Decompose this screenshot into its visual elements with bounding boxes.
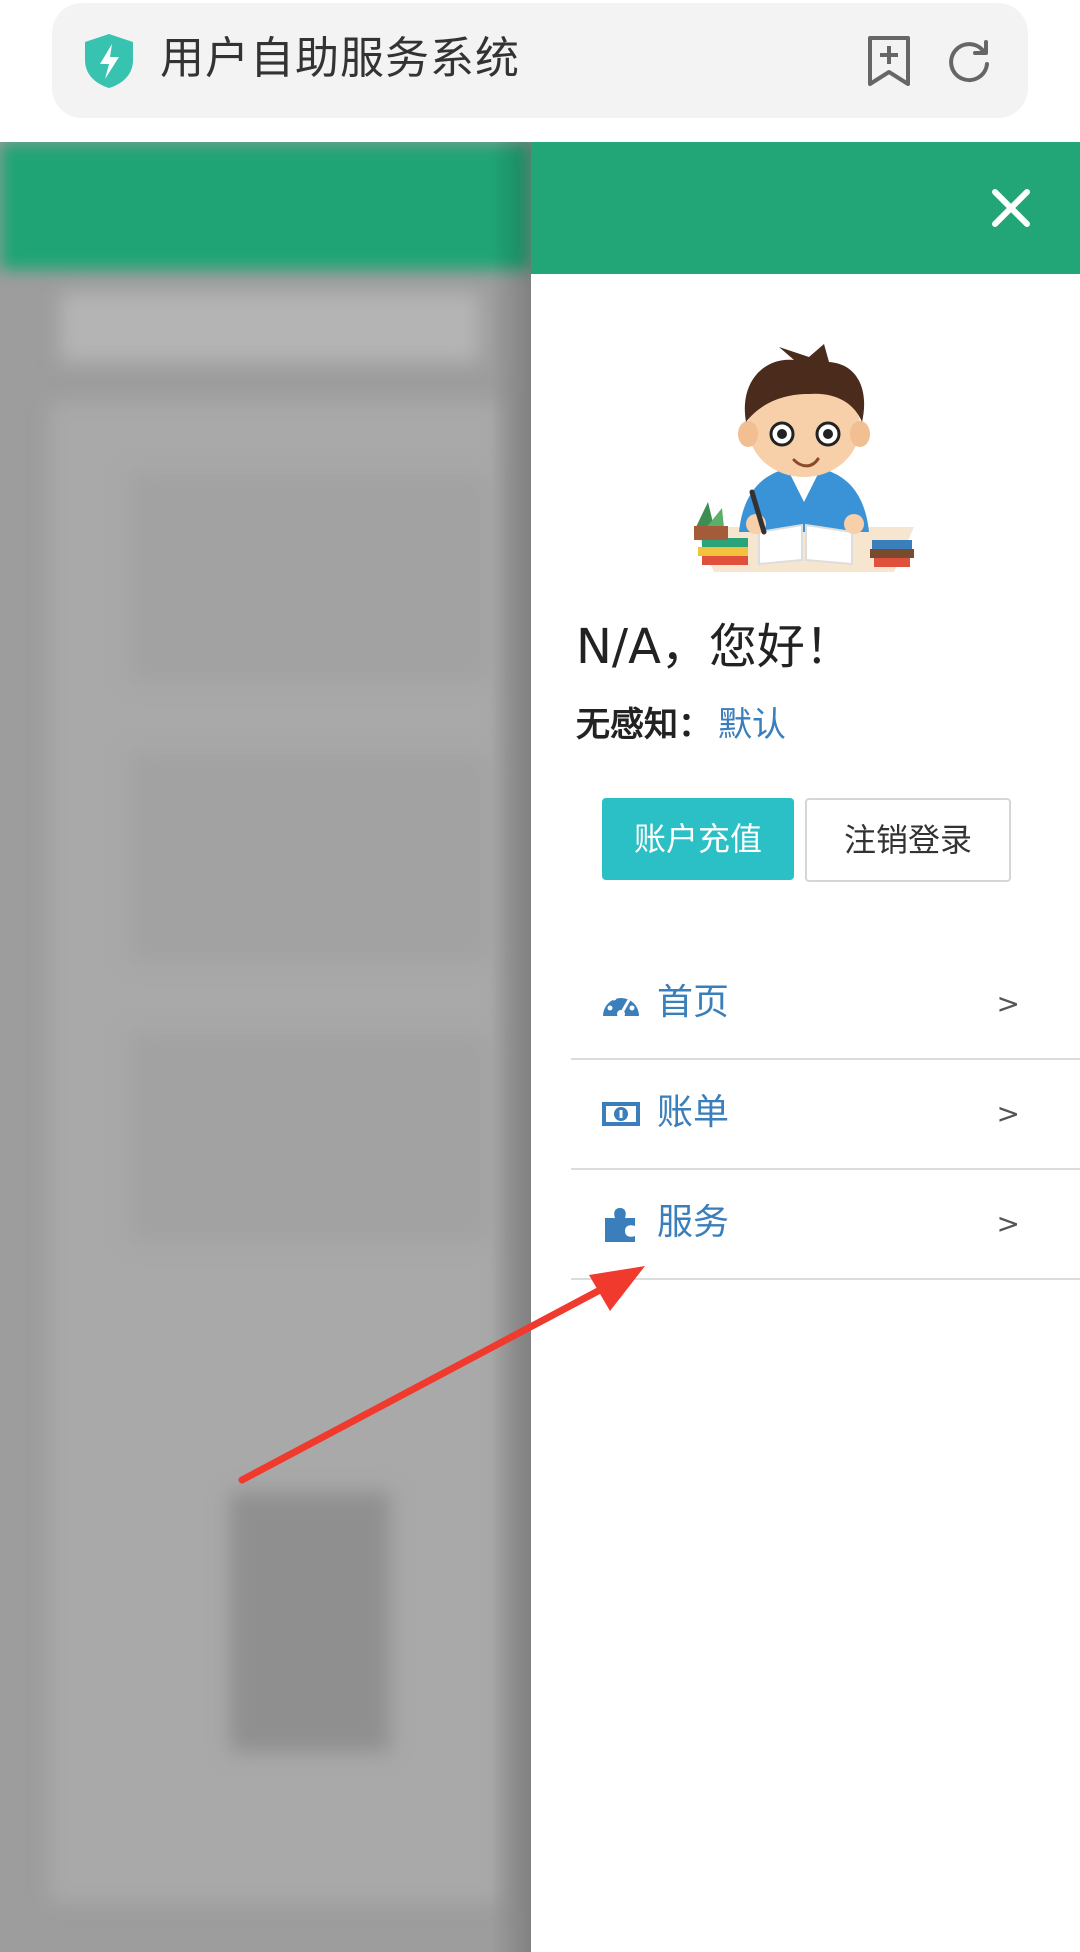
- menu-item-bill[interactable]: 账单 >: [571, 1060, 1080, 1170]
- user-greeting: N/A，您好！: [576, 619, 853, 675]
- bookmark-add-icon[interactable]: [864, 34, 914, 88]
- menu-label: 账单: [657, 1092, 730, 1133]
- background-block: [130, 472, 490, 682]
- drawer-header: [531, 142, 1080, 274]
- chevron-right-icon: >: [996, 987, 1020, 1020]
- dashboard-icon: [603, 991, 639, 1018]
- user-avatar-illustration: [694, 344, 914, 572]
- menu-label: 首页: [657, 982, 730, 1023]
- chevron-right-icon: >: [996, 1207, 1020, 1240]
- money-bill-icon: [602, 1102, 640, 1126]
- chevron-right-icon: >: [996, 1097, 1020, 1130]
- background-shade: [491, 142, 531, 1952]
- background-block: [130, 1032, 490, 1242]
- refresh-icon[interactable]: [944, 36, 994, 86]
- logout-button[interactable]: 注销登录: [805, 798, 1011, 882]
- sense-status: 无感知： 默认: [576, 702, 786, 748]
- blurred-background-page: [0, 142, 531, 1952]
- recharge-button[interactable]: 账户充值: [602, 798, 794, 880]
- menu-item-service[interactable]: 服务 >: [571, 1170, 1080, 1280]
- browser-top-bar: 用户自助服务系统: [0, 0, 1080, 142]
- menu-label: 服务: [657, 1202, 730, 1243]
- sense-value-link[interactable]: 默认: [718, 705, 786, 745]
- puzzle-icon: [605, 1208, 635, 1242]
- background-block: [60, 292, 480, 362]
- page-title[interactable]: 用户自助服务系统: [160, 29, 520, 89]
- close-icon[interactable]: [989, 186, 1033, 230]
- background-block: [230, 1492, 390, 1752]
- background-block: [130, 752, 490, 962]
- side-drawer: N/A，您好！ 无感知： 默认 账户充值 注销登录 首页 > 账单 > 服务 >: [531, 142, 1080, 1952]
- shield-bolt-icon: [85, 34, 133, 88]
- sense-label: 无感知：: [576, 705, 712, 745]
- menu-item-home[interactable]: 首页 >: [571, 950, 1080, 1060]
- background-header: [0, 142, 531, 270]
